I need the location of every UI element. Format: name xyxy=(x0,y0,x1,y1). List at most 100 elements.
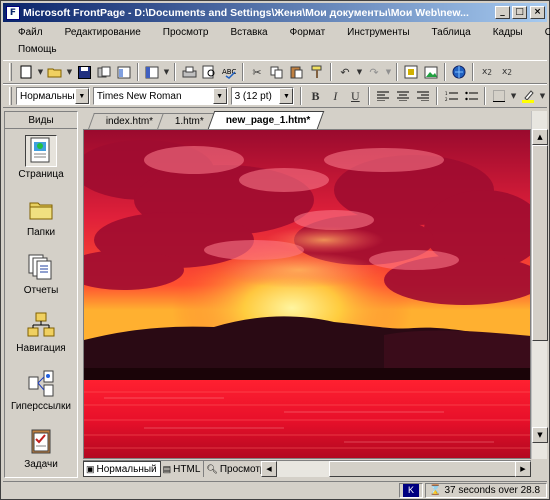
spelling-icon[interactable]: ABC xyxy=(219,62,239,82)
open-dropdown-icon[interactable]: ▼ xyxy=(65,62,74,82)
menu-insert[interactable]: Вставка xyxy=(215,27,274,38)
svg-text:1: 1 xyxy=(445,91,448,96)
print-preview-icon[interactable] xyxy=(199,62,219,82)
hyperlinks-icon xyxy=(25,367,57,399)
undo-icon[interactable]: ↶ xyxy=(335,62,355,82)
toolbar-grip[interactable] xyxy=(9,63,12,81)
view-page[interactable]: Страница xyxy=(5,131,77,185)
insert-picture-icon[interactable] xyxy=(421,62,441,82)
vertical-scrollbar[interactable]: ▲ ▼ xyxy=(531,111,548,459)
align-left-icon[interactable] xyxy=(373,86,393,106)
keyboard-indicator: K xyxy=(399,482,423,498)
views-toggle-icon[interactable] xyxy=(142,62,162,82)
scroll-right-icon[interactable]: ▶ xyxy=(515,461,531,477)
italic-button[interactable]: I xyxy=(325,86,345,106)
title-bar: F Microsoft FrontPage - D:\Documents and… xyxy=(3,3,547,22)
format-painter-icon[interactable] xyxy=(307,62,327,82)
highlight-dropdown-icon[interactable]: ▼ xyxy=(538,86,547,106)
tab-new-page-1-htm[interactable]: new_page_1.htm* xyxy=(207,111,325,129)
new-dropdown-icon[interactable]: ▼ xyxy=(36,62,45,82)
menu-frames[interactable]: Кадры xyxy=(478,27,530,38)
view-tasks[interactable]: Задачи xyxy=(5,421,77,475)
page-editor[interactable] xyxy=(83,129,531,459)
hyperlink-icon[interactable] xyxy=(449,62,469,82)
tab-label: 1.htm* xyxy=(175,116,204,127)
horizontal-scrollbar[interactable]: ◀ ▶ xyxy=(261,461,531,477)
superscript-icon[interactable]: x2 xyxy=(497,62,517,82)
view-hyperlinks[interactable]: Гиперссылки xyxy=(5,363,77,417)
menu-window[interactable]: Окно xyxy=(530,27,550,38)
horizontal-scroll-thumb[interactable] xyxy=(329,461,519,477)
chevron-down-icon[interactable]: ▼ xyxy=(74,88,89,104)
publish-icon[interactable] xyxy=(94,62,114,82)
chevron-down-icon[interactable]: ▼ xyxy=(279,88,294,104)
underline-button[interactable]: U xyxy=(345,86,365,106)
views-dropdown-icon[interactable]: ▼ xyxy=(162,62,171,82)
new-page-icon[interactable] xyxy=(16,62,36,82)
menu-view[interactable]: Просмотр xyxy=(148,27,216,38)
numbered-list-icon[interactable]: 12 xyxy=(441,86,461,106)
svg-text:2: 2 xyxy=(445,97,448,102)
scroll-up-icon[interactable]: ▲ xyxy=(532,129,548,145)
redo-dropdown-icon[interactable]: ▼ xyxy=(384,62,393,82)
paste-icon[interactable] xyxy=(287,62,307,82)
tab-preview-view[interactable]: 🔍︎ Просмотр xyxy=(204,461,270,477)
document-tabs: index.htm* 1.htm* new_page_1.htm* xyxy=(83,111,531,129)
frontpage-app-icon[interactable]: F xyxy=(6,5,20,20)
view-label: Навигация xyxy=(16,343,66,354)
maximize-button[interactable]: □ xyxy=(512,6,527,19)
menu-tools[interactable]: Инструменты xyxy=(332,27,416,38)
view-label: Отчеты xyxy=(23,285,59,296)
tab-html-view[interactable]: ▤ HTML xyxy=(161,461,205,477)
borders-icon[interactable] xyxy=(489,86,509,106)
sunset-image[interactable] xyxy=(84,130,531,459)
formatting-toolbar: Нормальный ▼ Times New Roman ▼ 3 (12 pt)… xyxy=(3,84,547,108)
toolbar-grip[interactable] xyxy=(9,87,12,105)
font-value: Times New Roman xyxy=(96,90,182,102)
style-select[interactable]: Нормальный ▼ xyxy=(16,87,90,105)
vertical-scroll-thumb[interactable] xyxy=(532,145,548,341)
menu-table[interactable]: Таблица xyxy=(417,27,478,38)
redo-icon[interactable]: ↷ xyxy=(364,62,384,82)
tab-normal-view[interactable]: ▣ Нормальный xyxy=(83,461,161,477)
folder-icon xyxy=(25,193,57,225)
menu-help[interactable]: Помощь xyxy=(3,44,64,55)
view-navigation[interactable]: Навигация xyxy=(5,305,77,359)
status-bar: K ⌛ 37 seconds over 28.8 xyxy=(3,481,547,498)
bold-button[interactable]: B xyxy=(305,86,325,106)
folder-list-icon[interactable] xyxy=(114,62,134,82)
align-center-icon[interactable] xyxy=(393,86,413,106)
tab-index-htm[interactable]: index.htm* xyxy=(88,113,168,129)
view-label: Гиперссылки xyxy=(11,401,71,412)
bulleted-list-icon[interactable] xyxy=(461,86,481,106)
undo-dropdown-icon[interactable]: ▼ xyxy=(355,62,364,82)
minimize-button[interactable]: _ xyxy=(495,6,510,19)
subscript-icon[interactable]: x2 xyxy=(477,62,497,82)
align-right-icon[interactable] xyxy=(413,86,433,106)
print-icon[interactable] xyxy=(179,62,199,82)
close-button[interactable]: × xyxy=(530,6,545,19)
borders-dropdown-icon[interactable]: ▼ xyxy=(509,86,518,106)
view-label: Задачи xyxy=(24,459,58,470)
chevron-down-icon[interactable]: ▼ xyxy=(212,88,227,104)
standard-toolbar: ▼ ▼ ▼ ABC ✂ ↶ ▼ ↷ ▼ x2 x2 xyxy=(3,60,547,84)
highlight-icon[interactable] xyxy=(518,86,538,106)
cut-icon[interactable]: ✂ xyxy=(247,62,267,82)
menu-file[interactable]: Файл xyxy=(3,27,50,38)
save-icon[interactable] xyxy=(74,62,94,82)
view-reports[interactable]: Отчеты xyxy=(5,247,77,301)
font-size-select[interactable]: 3 (12 pt) ▼ xyxy=(230,87,295,105)
scroll-left-icon[interactable]: ◀ xyxy=(261,461,277,477)
view-folders[interactable]: Папки xyxy=(5,189,77,243)
scroll-down-icon[interactable]: ▼ xyxy=(532,427,548,443)
font-select[interactable]: Times New Roman ▼ xyxy=(92,87,228,105)
insert-component-icon[interactable] xyxy=(401,62,421,82)
open-folder-icon[interactable] xyxy=(45,62,65,82)
menu-bar: Файл Редактирование Просмотр Вставка Фор… xyxy=(3,24,550,58)
copy-icon[interactable] xyxy=(267,62,287,82)
menu-edit[interactable]: Редактирование xyxy=(50,27,148,38)
menu-format[interactable]: Формат xyxy=(275,27,333,38)
toolbar-separator xyxy=(174,63,176,81)
view-label: Папки xyxy=(26,227,56,238)
tab-label: Просмотр xyxy=(219,463,266,475)
